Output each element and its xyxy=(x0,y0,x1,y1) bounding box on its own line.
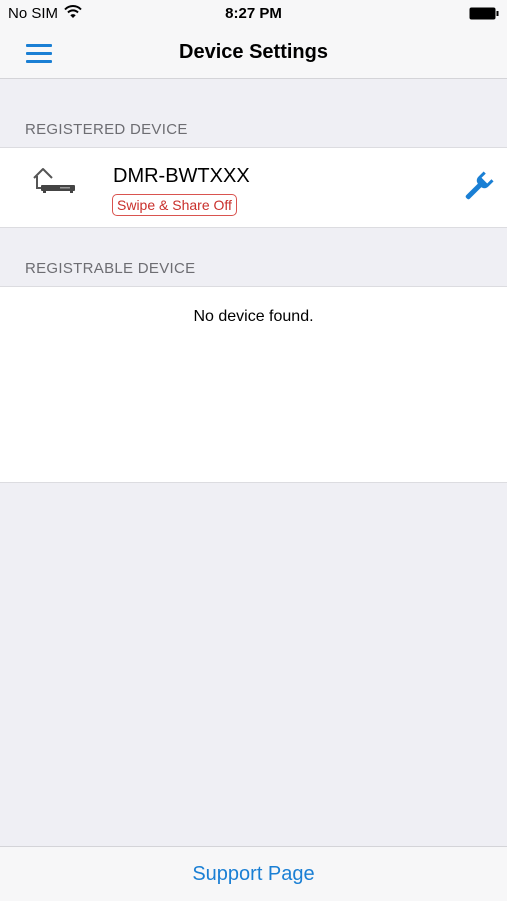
footer-bar: Support Page xyxy=(0,846,507,901)
status-bar: No SIM 8:27 PM xyxy=(0,0,507,28)
page-title: Device Settings xyxy=(179,41,328,63)
device-name: DMR-BWTXXX xyxy=(113,165,250,187)
swipe-share-status-badge: Swipe & Share Off xyxy=(112,194,237,216)
registered-device-row[interactable]: DMR-BWTXXX Swipe & Share Off xyxy=(0,147,507,228)
wrench-icon[interactable] xyxy=(458,170,498,204)
registrable-device-header: REGISTRABLE DEVICE xyxy=(25,260,196,277)
support-page-link[interactable]: Support Page xyxy=(0,863,507,886)
registrable-device-list: No device found. xyxy=(0,286,507,483)
battery-icon xyxy=(469,7,499,20)
navigation-bar: Device Settings xyxy=(0,28,507,79)
home-recorder-icon xyxy=(33,168,75,193)
registered-device-header: REGISTERED DEVICE xyxy=(25,121,188,138)
no-device-message: No device found. xyxy=(193,308,314,325)
status-time: 8:27 PM xyxy=(225,5,282,22)
